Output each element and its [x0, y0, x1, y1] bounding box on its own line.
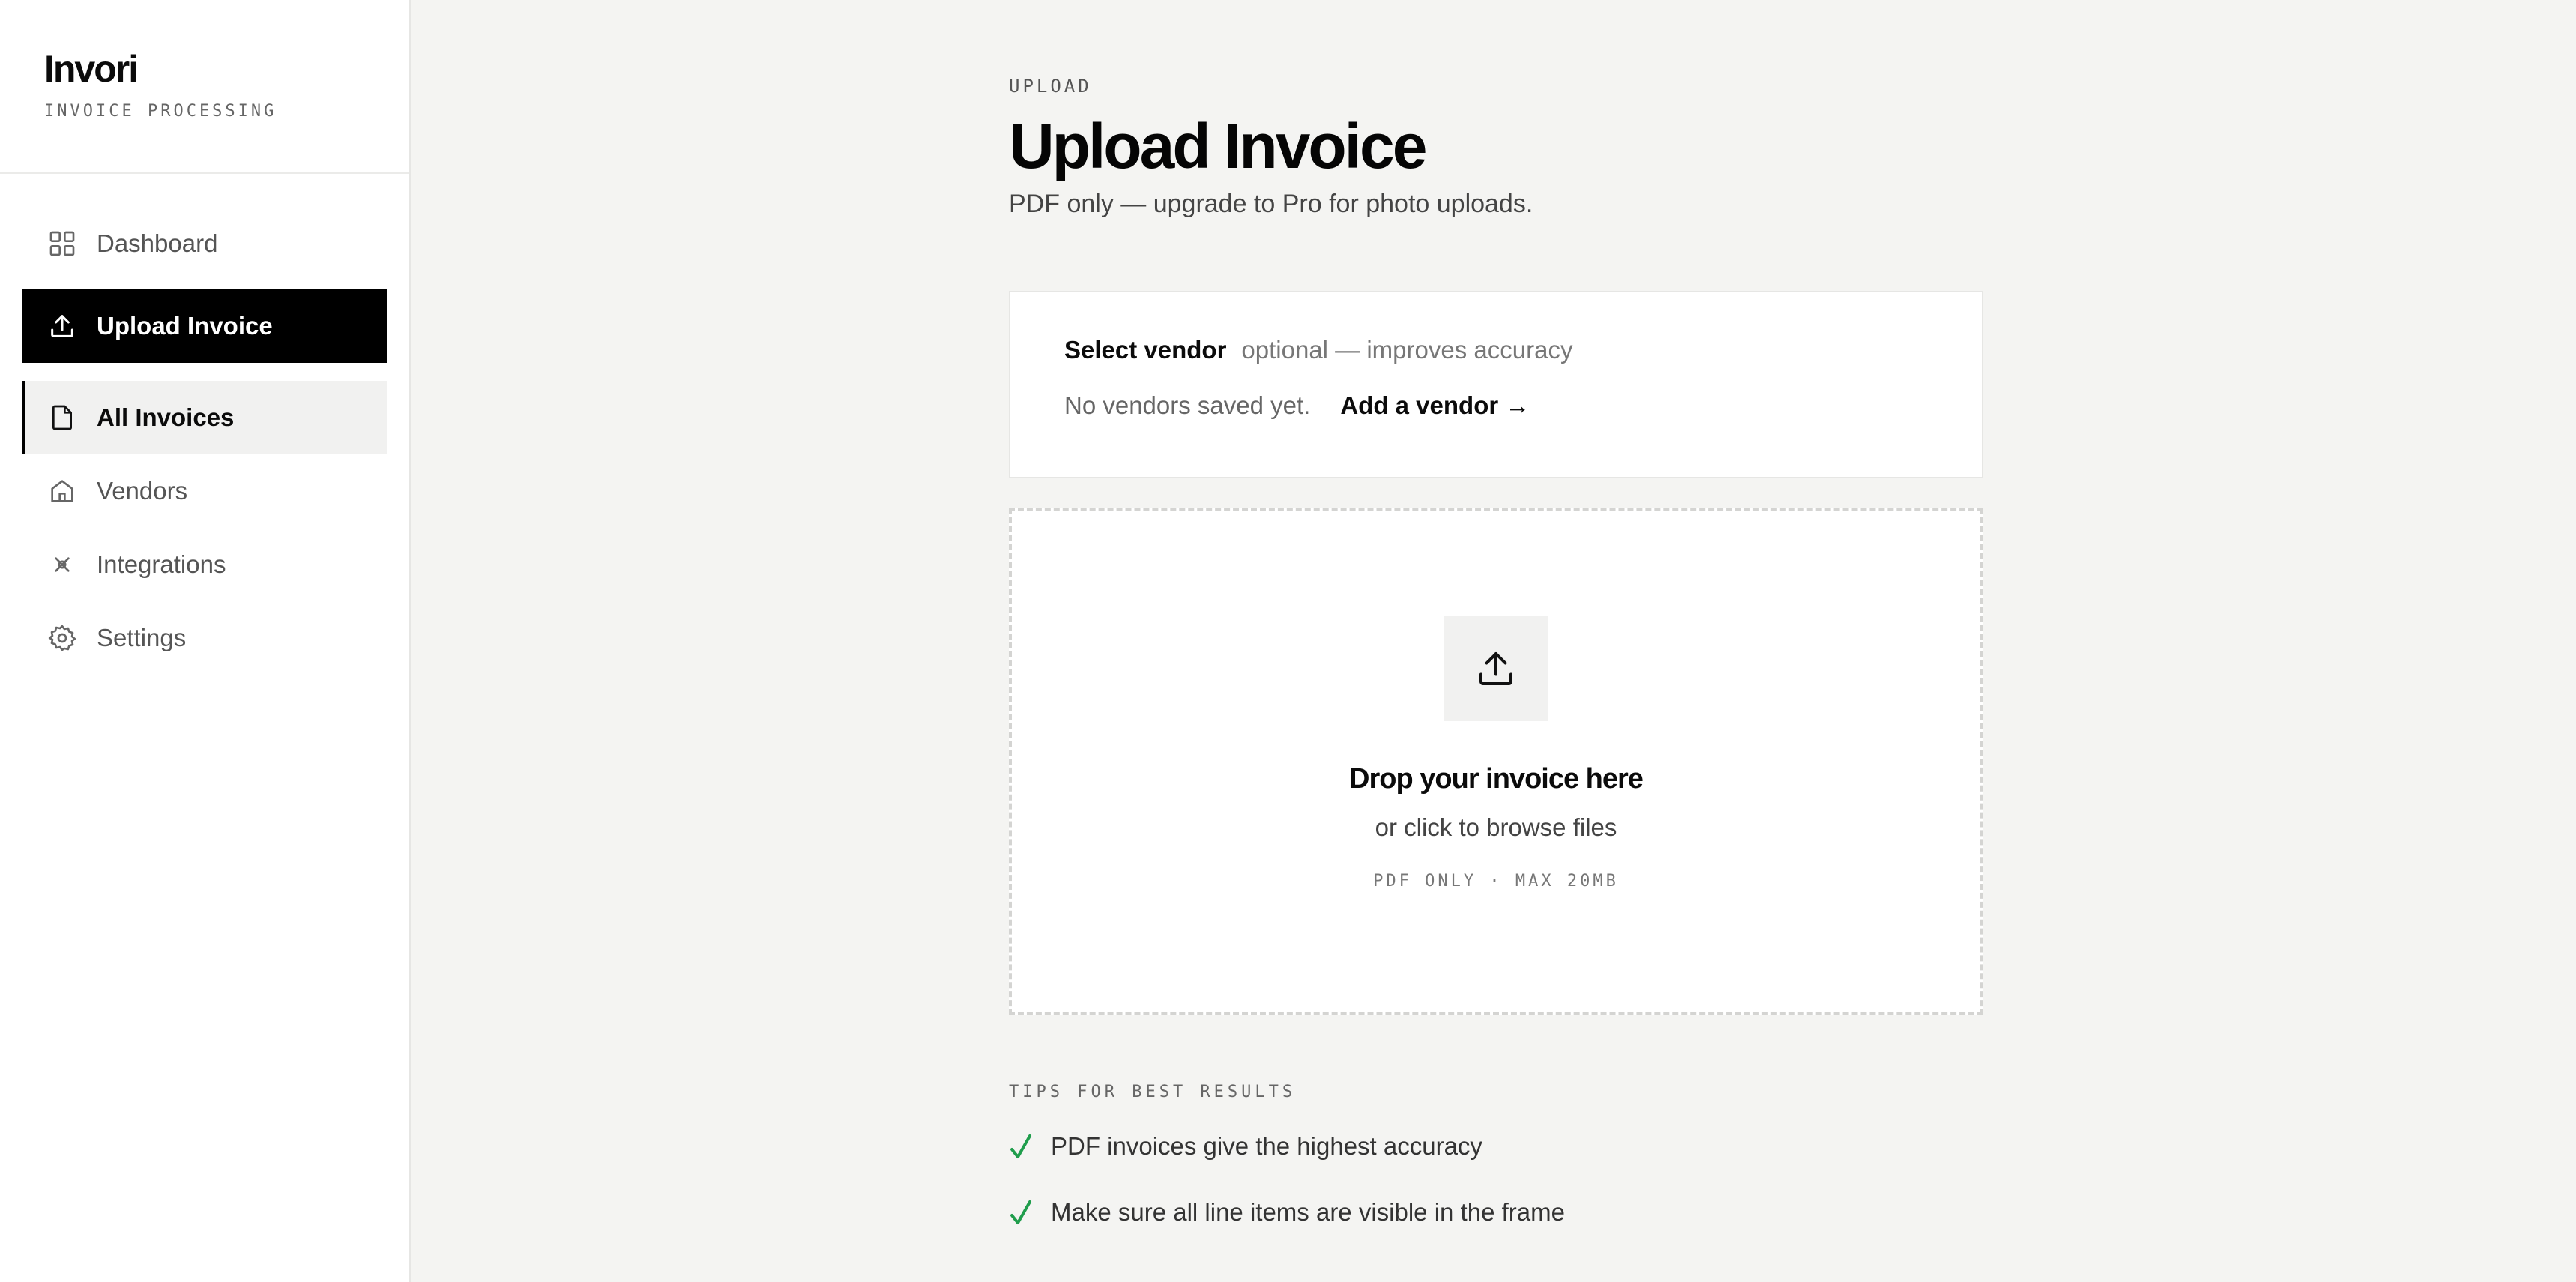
sidebar-item-label: Integrations [97, 550, 226, 578]
sidebar-item-label: Upload Invoice [97, 312, 273, 340]
upload-icon [1479, 652, 1512, 685]
list-item: PDF invoices give the highest accuracy [1009, 1124, 1983, 1169]
brand-tagline: INVOICE PROCESSING [44, 102, 277, 121]
sidebar-item-upload-invoice[interactable]: Upload Invoice [22, 289, 387, 363]
check-icon [1009, 1197, 1034, 1227]
sidebar-item-vendors[interactable]: Vendors [22, 454, 387, 528]
sidebar-nav: Dashboard Upload Invoice All Invoices Ve… [0, 174, 409, 675]
sidebar: Invori INVOICE PROCESSING Dashboard Uplo… [0, 0, 411, 1282]
brand-name[interactable]: Invori [44, 46, 409, 91]
sidebar-item-label: Vendors [97, 477, 188, 505]
check-icon [1009, 1131, 1034, 1161]
tips-list: PDF invoices give the highest accuracy M… [1009, 1124, 1983, 1235]
vendor-empty-row: No vendors saved yet. Add a vendor → [1064, 391, 1982, 420]
home-icon [47, 476, 77, 506]
dropzone-subtitle: or click to browse files [1375, 813, 1617, 841]
vendor-card: Select vendor optional — improves accura… [1009, 291, 1983, 478]
sidebar-item-all-invoices[interactable]: All Invoices [22, 381, 387, 454]
grid-icon [47, 229, 77, 259]
document-icon [47, 403, 77, 433]
sidebar-item-settings[interactable]: Settings [22, 601, 387, 675]
sidebar-item-label: Settings [97, 624, 187, 651]
gear-icon [47, 623, 77, 653]
dropzone-icon-box [1444, 616, 1548, 721]
vendor-hint: optional — improves accuracy [1241, 336, 1573, 364]
sidebar-item-dashboard[interactable]: Dashboard [22, 207, 387, 280]
dropzone-title: Drop your invoice here [1349, 763, 1644, 795]
list-item: Make sure all line items are visible in … [1009, 1190, 1983, 1235]
vendor-label: Select vendor [1064, 336, 1227, 364]
tip-text: Make sure all line items are visible in … [1051, 1198, 1565, 1226]
sidebar-item-label: All Invoices [97, 403, 235, 431]
page-title: Upload Invoice [1009, 111, 1427, 181]
sidebar-item-integrations[interactable]: Integrations [22, 528, 387, 601]
dropzone-meta: PDF ONLY · MAX 20MB [1373, 872, 1619, 891]
tip-text: PDF invoices give the highest accuracy [1051, 1132, 1482, 1160]
page-subtitle: PDF only — upgrade to Pro for photo uplo… [1009, 190, 1533, 218]
sidebar-item-label: Dashboard [97, 229, 218, 257]
link-icon [47, 550, 77, 580]
brand: Invori INVOICE PROCESSING [0, 0, 409, 174]
file-dropzone[interactable]: Drop your invoice here or click to brows… [1009, 508, 1983, 1015]
vendor-empty-text: No vendors saved yet. [1064, 391, 1311, 419]
tips-heading: TIPS FOR BEST RESULTS [1009, 1083, 1297, 1101]
page-eyebrow: UPLOAD [1009, 76, 1092, 97]
upload-icon [47, 311, 77, 341]
add-vendor-link[interactable]: Add a vendor → [1340, 391, 1530, 420]
vendor-header: Select vendor optional — improves accura… [1064, 336, 1982, 364]
main-content: UPLOAD Upload Invoice PDF only — upgrade… [1009, 0, 1983, 1256]
